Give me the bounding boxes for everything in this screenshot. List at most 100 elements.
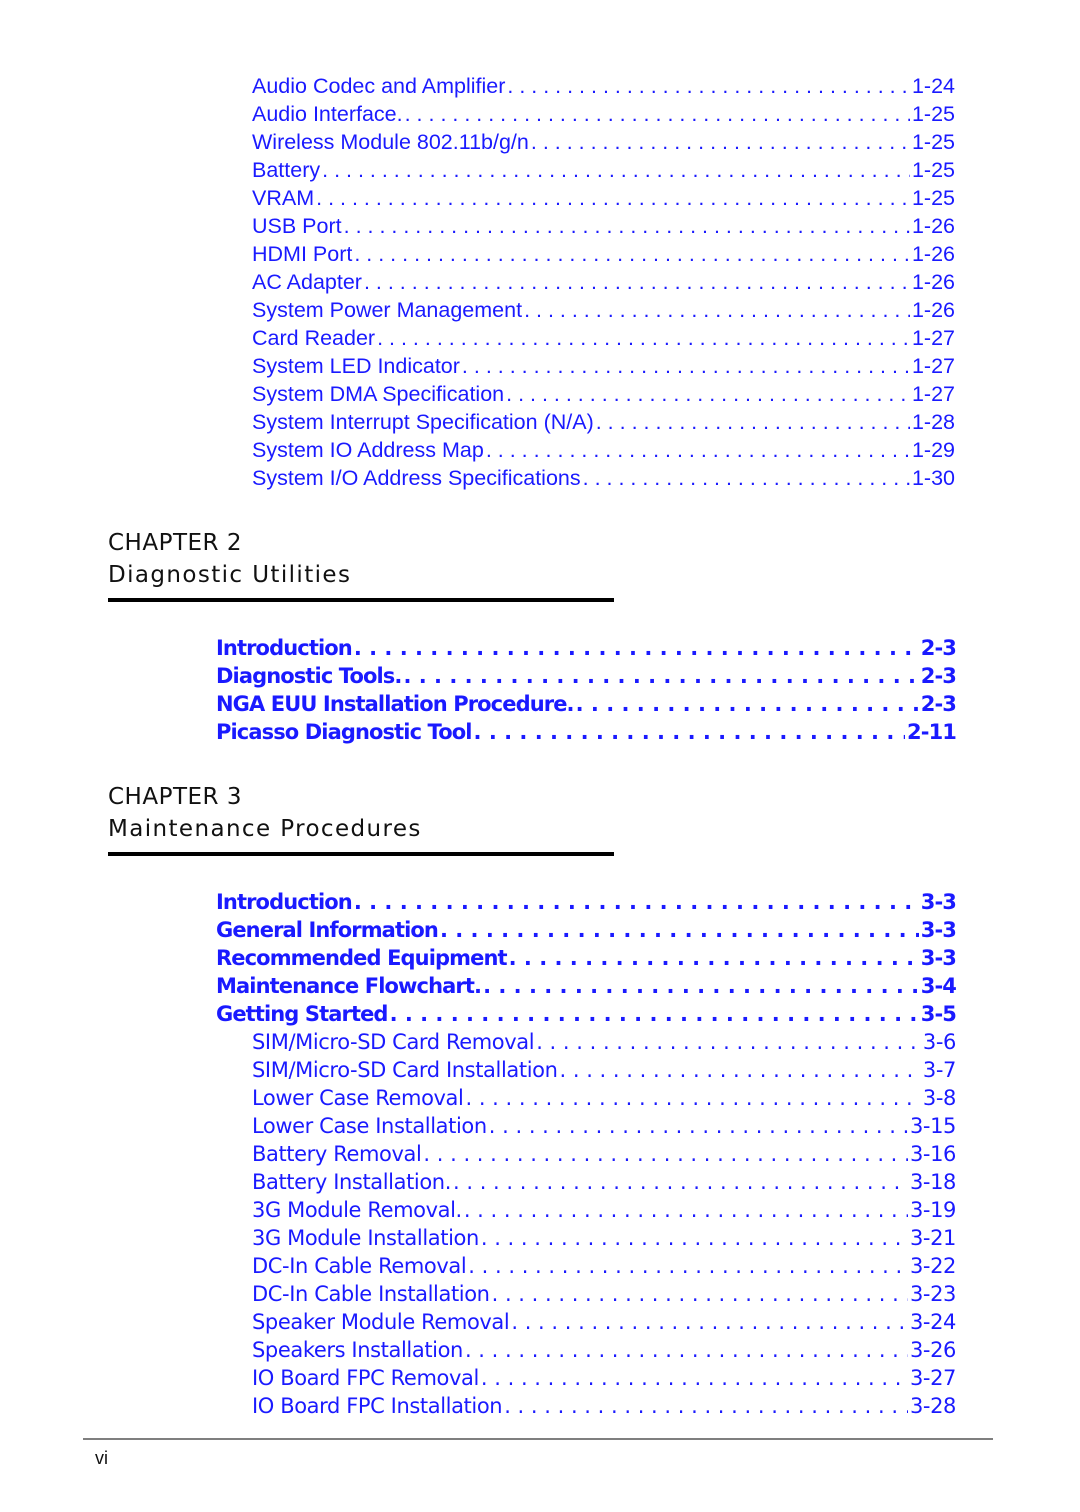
toc-entry-label: Lower Case Installation bbox=[252, 1114, 487, 1138]
toc-entry-page: 1-27 bbox=[911, 354, 955, 378]
toc-entry-page: 2-3 bbox=[920, 692, 956, 716]
toc-entry-page: 3-6 bbox=[922, 1030, 956, 1054]
toc-entry[interactable]: Getting Started . . . . . . . . . . . . … bbox=[216, 1000, 956, 1028]
toc-entry-label: Introduction bbox=[216, 636, 353, 660]
toc-entry[interactable]: Introduction . . . . . . . . . . . . . .… bbox=[216, 634, 956, 662]
toc-entry-page: 3-24 bbox=[909, 1310, 956, 1334]
toc-entry-page: 3-22 bbox=[909, 1254, 956, 1278]
toc-entry[interactable]: Audio Interface. . . . . . . . . . . . .… bbox=[252, 100, 955, 128]
toc-entry[interactable]: Diagnostic Tools. . . . . . . . . . . . … bbox=[216, 662, 956, 690]
toc-entry-label: SIM/Micro-SD Card Installation bbox=[252, 1058, 558, 1082]
toc-entry[interactable]: USB Port . . . . . . . . . . . . . . . .… bbox=[252, 212, 955, 240]
toc-entry[interactable]: Battery . . . . . . . . . . . . . . . . … bbox=[252, 156, 955, 184]
toc-entry[interactable]: Card Reader . . . . . . . . . . . . . . … bbox=[252, 324, 955, 352]
toc-entry-page: 3-4 bbox=[920, 974, 956, 998]
toc-entry[interactable]: System DMA Specification . . . . . . . .… bbox=[252, 380, 955, 408]
chapter1-toc-list: Audio Codec and Amplifier . . . . . . . … bbox=[252, 72, 955, 492]
toc-entry[interactable]: HDMI Port . . . . . . . . . . . . . . . … bbox=[252, 240, 955, 268]
toc-entry[interactable]: Introduction . . . . . . . . . . . . . .… bbox=[216, 888, 956, 916]
toc-entry[interactable]: IO Board FPC Removal . . . . . . . . . .… bbox=[216, 1364, 956, 1392]
toc-entry[interactable]: Audio Codec and Amplifier . . . . . . . … bbox=[252, 72, 955, 100]
chapter2-toc-list: Introduction . . . . . . . . . . . . . .… bbox=[216, 634, 956, 746]
dot-leader: . . . . . . . . . . . . . . . . . . . . … bbox=[536, 1030, 921, 1054]
toc-entry[interactable]: Battery Removal . . . . . . . . . . . . … bbox=[216, 1140, 956, 1168]
toc-entry-label: System Interrupt Specification (N/A) bbox=[252, 410, 594, 434]
toc-entry-label: General Information bbox=[216, 918, 439, 942]
toc-entry-label: DC-In Cable Removal bbox=[252, 1254, 467, 1278]
toc-entry-page: 3-26 bbox=[909, 1338, 956, 1362]
chapter2-number: CHAPTER 2 bbox=[108, 530, 242, 556]
toc-entry[interactable]: System I/O Address Specifications . . . … bbox=[252, 464, 955, 492]
toc-entry-label: System DMA Specification bbox=[252, 382, 505, 406]
toc-entry-label: Battery bbox=[252, 158, 321, 182]
toc-entry[interactable]: Recommended Equipment . . . . . . . . . … bbox=[216, 944, 956, 972]
toc-entry-label: Audio Codec and Amplifier bbox=[252, 74, 506, 98]
toc-entry[interactable]: Wireless Module 802.11b/g/n . . . . . . … bbox=[252, 128, 955, 156]
dot-leader: . . . . . . . . . . . . . . . . . . . . … bbox=[508, 946, 919, 970]
toc-entry-page: 2-3 bbox=[920, 664, 956, 688]
dot-leader: . . . . . . . . . . . . . . . . . . . . … bbox=[354, 242, 910, 266]
toc-entry[interactable]: System Interrupt Specification (N/A) . .… bbox=[252, 408, 955, 436]
toc-entry-label: HDMI Port bbox=[252, 242, 353, 266]
toc-entry-label: Card Reader bbox=[252, 326, 376, 350]
toc-entry[interactable]: Battery Installation. . . . . . . . . . … bbox=[216, 1168, 956, 1196]
dot-leader: . . . . . . . . . . . . . . . . . . . . … bbox=[582, 466, 910, 490]
toc-entry[interactable]: 3G Module Removal. . . . . . . . . . . .… bbox=[216, 1196, 956, 1224]
toc-entry-label: AC Adapter bbox=[252, 270, 362, 294]
toc-entry[interactable]: Lower Case Installation . . . . . . . . … bbox=[216, 1112, 956, 1140]
toc-entry[interactable]: Maintenance Flowchart. . . . . . . . . .… bbox=[216, 972, 956, 1000]
toc-entry[interactable]: DC-In Cable Removal . . . . . . . . . . … bbox=[216, 1252, 956, 1280]
toc-entry[interactable]: SIM/Micro-SD Card Removal . . . . . . . … bbox=[216, 1028, 956, 1056]
footer-divider bbox=[83, 1438, 993, 1440]
dot-leader: . . . . . . . . . . . . . . . . . . . . … bbox=[343, 214, 910, 238]
dot-leader: . . . . . . . . . . . . . . . . . . . . … bbox=[423, 1142, 908, 1166]
dot-leader: . . . . . . . . . . . . . . . . . . . . … bbox=[353, 890, 919, 914]
dot-leader: . . . . . . . . . . . . . . . . . . . . … bbox=[530, 130, 910, 154]
toc-entry[interactable]: System LED Indicator . . . . . . . . . .… bbox=[252, 352, 955, 380]
dot-leader: . . . . . . . . . . . . . . . . . . . . … bbox=[524, 298, 910, 322]
chapter3-title: Maintenance Procedures bbox=[108, 816, 422, 842]
dot-leader: . . . . . . . . . . . . . . . . . . . . … bbox=[439, 918, 919, 942]
toc-entry[interactable]: Speakers Installation . . . . . . . . . … bbox=[216, 1336, 956, 1364]
dot-leader: . . . . . . . . . . . . . . . . . . . . … bbox=[507, 74, 910, 98]
chapter3-underline bbox=[108, 852, 614, 856]
toc-entry-page: 1-26 bbox=[911, 298, 955, 322]
toc-entry[interactable]: General Information . . . . . . . . . . … bbox=[216, 916, 956, 944]
toc-entry-page: 1-26 bbox=[911, 270, 955, 294]
toc-entry-label: Wireless Module 802.11b/g/n bbox=[252, 130, 529, 154]
dot-leader: . . . . . . . . . . . . . . . . . . . . … bbox=[491, 1282, 908, 1306]
toc-entry[interactable]: SIM/Micro-SD Card Installation . . . . .… bbox=[216, 1056, 956, 1084]
toc-entry[interactable]: VRAM . . . . . . . . . . . . . . . . . .… bbox=[252, 184, 955, 212]
toc-entry[interactable]: AC Adapter . . . . . . . . . . . . . . .… bbox=[252, 268, 955, 296]
dot-leader: . . . . . . . . . . . . . . . . . . . . … bbox=[453, 1170, 908, 1194]
dot-leader: . . . . . . . . . . . . . . . . . . . . … bbox=[404, 102, 910, 126]
dot-leader: . . . . . . . . . . . . . . . . . . . . … bbox=[480, 1226, 908, 1250]
toc-entry-page: 1-25 bbox=[911, 102, 955, 126]
toc-entry[interactable]: Lower Case Removal . . . . . . . . . . .… bbox=[216, 1084, 956, 1112]
chapter2-title: Diagnostic Utilities bbox=[108, 562, 352, 588]
toc-entry-label: DC-In Cable Installation bbox=[252, 1282, 490, 1306]
dot-leader: . . . . . . . . . . . . . . . . . . . . … bbox=[403, 664, 918, 688]
toc-entry-page: 2-11 bbox=[907, 720, 956, 744]
toc-entry[interactable]: IO Board FPC Installation . . . . . . . … bbox=[216, 1392, 956, 1420]
toc-entry-label: Audio Interface. bbox=[252, 102, 403, 126]
toc-entry[interactable]: 3G Module Installation . . . . . . . . .… bbox=[216, 1224, 956, 1252]
dot-leader: . . . . . . . . . . . . . . . . . . . . … bbox=[473, 720, 906, 744]
dot-leader: . . . . . . . . . . . . . . . . . . . . … bbox=[316, 186, 910, 210]
toc-entry-page: 3-15 bbox=[909, 1114, 956, 1138]
dot-leader: . . . . . . . . . . . . . . . . . . . . … bbox=[464, 1338, 908, 1362]
chapter3-toc-list: Introduction . . . . . . . . . . . . . .… bbox=[216, 888, 956, 1420]
dot-leader: . . . . . . . . . . . . . . . . . . . . … bbox=[595, 410, 910, 434]
toc-entry-page: 3-18 bbox=[909, 1170, 956, 1194]
toc-entry[interactable]: NGA EUU Installation Procedure. . . . . … bbox=[216, 690, 956, 718]
toc-entry[interactable]: System IO Address Map . . . . . . . . . … bbox=[252, 436, 955, 464]
toc-entry-page: 3-3 bbox=[920, 946, 956, 970]
toc-entry[interactable]: System Power Management . . . . . . . . … bbox=[252, 296, 955, 324]
toc-entry-page: 3-19 bbox=[909, 1198, 956, 1222]
toc-entry[interactable]: DC-In Cable Installation . . . . . . . .… bbox=[216, 1280, 956, 1308]
toc-entry-page: 1-30 bbox=[911, 466, 955, 490]
toc-entry-label: Lower Case Removal bbox=[252, 1086, 464, 1110]
toc-entry[interactable]: Speaker Module Removal . . . . . . . . .… bbox=[216, 1308, 956, 1336]
toc-entry[interactable]: Picasso Diagnostic Tool . . . . . . . . … bbox=[216, 718, 956, 746]
dot-leader: . . . . . . . . . . . . . . . . . . . . … bbox=[377, 326, 910, 350]
